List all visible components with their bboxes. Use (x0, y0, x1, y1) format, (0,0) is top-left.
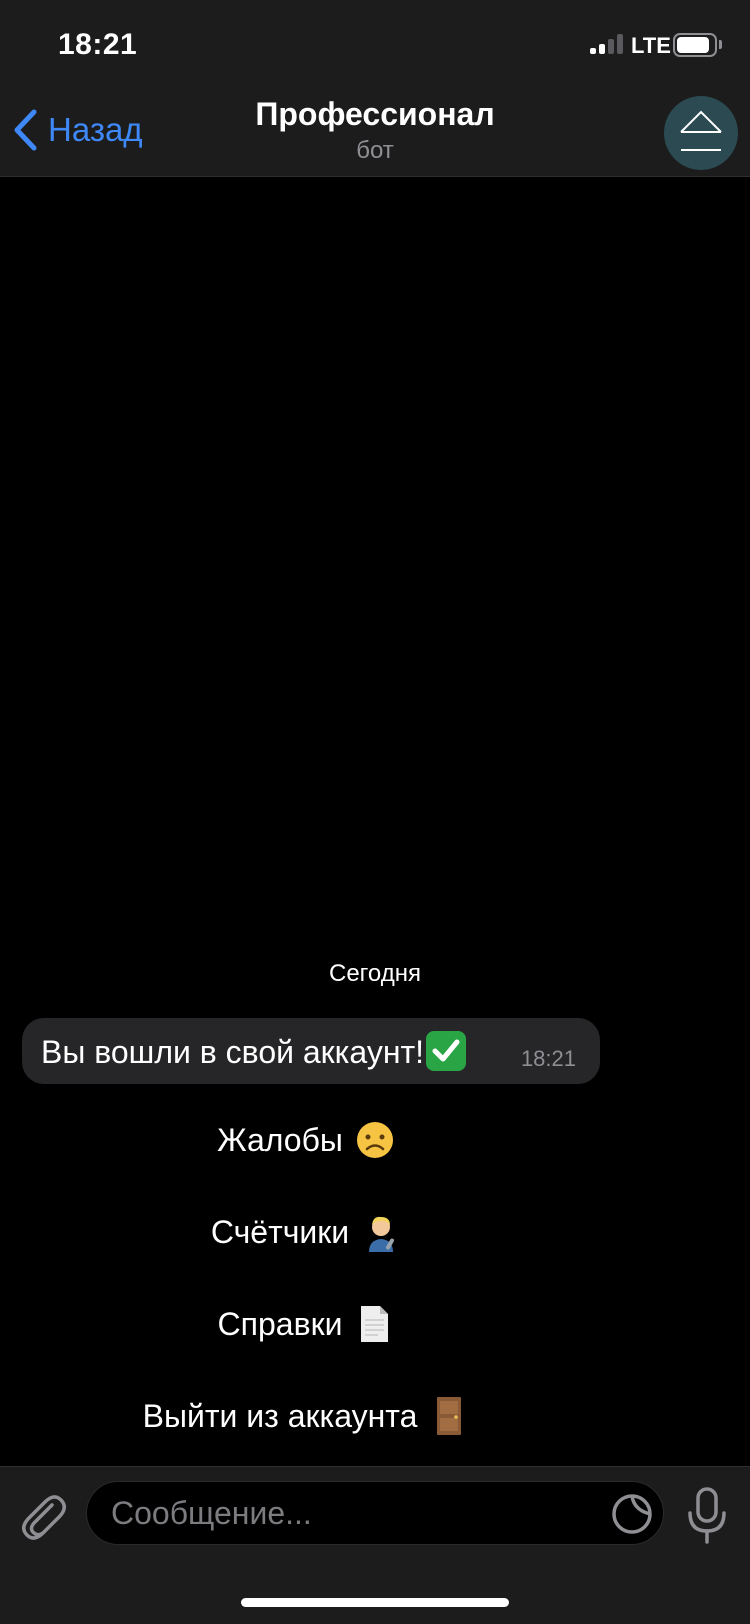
keyboard-button-logout[interactable]: Выйти из аккаунта (0, 1384, 612, 1448)
keyboard-button-certificates[interactable]: Справки (0, 1292, 612, 1356)
eject-icon (680, 110, 722, 151)
signal-strength-icon (590, 34, 624, 54)
sticker-icon (612, 1494, 652, 1534)
chat-area[interactable]: Сегодня Вы вошли в свой аккаунт! 18:21 Ж… (0, 178, 750, 1466)
back-label: Назад (48, 111, 143, 148)
message-field[interactable] (86, 1481, 664, 1545)
sticker-button[interactable] (611, 1493, 653, 1535)
keyboard-button-label: Счётчики (210, 1213, 350, 1250)
date-separator: Сегодня (329, 960, 421, 987)
chevron-left-icon (14, 109, 37, 151)
nav-bar: Назад Профессионал бот (0, 90, 750, 177)
message-bubble[interactable]: Вы вошли в свой аккаунт! 18:21 (22, 1018, 600, 1084)
bot-avatar[interactable] (664, 96, 738, 170)
battery-level (677, 37, 710, 53)
back-button[interactable]: Назад (12, 104, 143, 156)
chat-title: Профессионал (255, 96, 495, 132)
attach-button[interactable] (18, 1487, 68, 1543)
page-document-icon (354, 1304, 394, 1344)
message-text: Вы вошли в свой аккаунт! (41, 1034, 425, 1070)
keyboard-button-label: Жалобы (217, 1121, 343, 1158)
voice-message-button[interactable] (686, 1487, 728, 1545)
microphone-icon (688, 1487, 726, 1544)
keyboard-button-label: Справки (217, 1305, 343, 1342)
paperclip-icon (22, 1495, 66, 1540)
home-indicator[interactable] (241, 1598, 509, 1607)
keyboard-button-meters[interactable]: Счётчики (0, 1200, 612, 1264)
chat-header[interactable]: Профессионал бот (175, 96, 575, 165)
door-icon (429, 1396, 469, 1436)
message-text-row: Вы вошли в свой аккаунт! (41, 1031, 467, 1071)
status-time: 18:21 (58, 28, 138, 61)
message-time: 18:21 (520, 1046, 576, 1071)
chat-subtitle: бот (356, 137, 394, 164)
network-type: LTE (631, 33, 671, 58)
frowning-face-icon (355, 1120, 395, 1160)
mechanic-icon (361, 1212, 401, 1252)
keyboard-button-label: Выйти из аккаунта (142, 1397, 418, 1434)
battery-cap (719, 40, 722, 49)
status-bar: 18:21 LTE (0, 0, 750, 90)
battery-icon (673, 33, 717, 57)
check-mark-button-icon (426, 1031, 467, 1071)
message-input[interactable] (111, 1482, 581, 1544)
keyboard-button-complaints[interactable]: Жалобы (0, 1108, 612, 1172)
